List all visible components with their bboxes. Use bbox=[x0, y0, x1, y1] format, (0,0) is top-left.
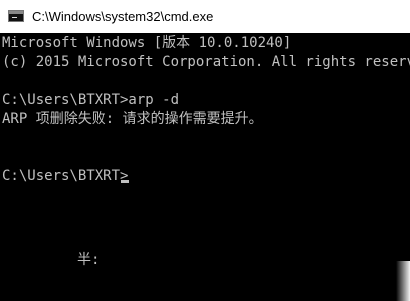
console-line: Microsoft Windows [版本 10.0.10240] bbox=[2, 35, 292, 51]
cmd-window: C:\Windows\system32\cmd.exe Microsoft Wi… bbox=[0, 0, 410, 301]
edge-highlight bbox=[396, 261, 410, 301]
prompt-line: C:\Users\BTXRT> bbox=[2, 168, 129, 184]
ime-status: 半: bbox=[77, 252, 100, 268]
text-cursor bbox=[121, 180, 129, 183]
cmd-icon bbox=[8, 10, 24, 22]
console-line: (c) 2015 Microsoft Corporation. All righ… bbox=[2, 54, 410, 70]
title-bar[interactable]: C:\Windows\system32\cmd.exe bbox=[0, 0, 410, 34]
console-line: ARP 项删除失败: 请求的操作需要提升。 bbox=[2, 111, 263, 127]
window-title: C:\Windows\system32\cmd.exe bbox=[32, 9, 214, 24]
console-line: C:\Users\BTXRT>arp -d bbox=[2, 92, 180, 108]
console-output[interactable]: Microsoft Windows [版本 10.0.10240] (c) 20… bbox=[0, 33, 410, 301]
